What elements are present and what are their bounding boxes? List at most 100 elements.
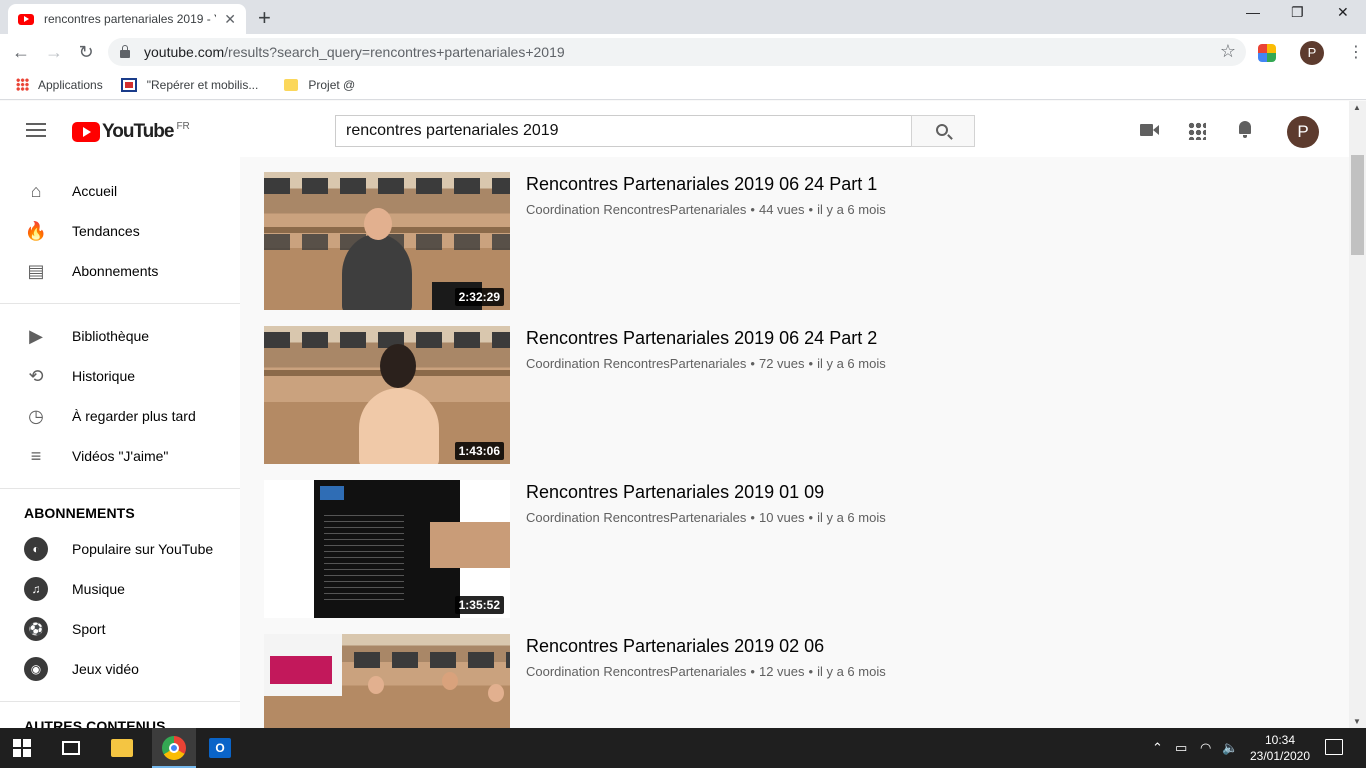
bookmark-label: Projet @ <box>308 77 356 92</box>
youtube-wordmark: YouTube <box>102 121 174 142</box>
video-thumbnail[interactable]: 1:35:52 <box>264 480 510 618</box>
forward-button[interactable]: → <box>42 40 66 64</box>
video-meta: Rencontres Partenariales 2019 01 09 Coor… <box>510 480 886 634</box>
sidebar-item-label: Populaire sur YouTube <box>72 541 214 557</box>
video-info: Coordination RencontresPartenariales • 12 … <box>526 664 886 679</box>
sidebar-item-bibliotheque[interactable]: ▶ Bibliothèque <box>0 316 240 356</box>
thumbnail-slide-text <box>324 510 404 600</box>
sidebar-item-label: Vidéos "J'aime" <box>72 448 169 464</box>
more-content-heading: AUTRES CONTENUS <box>24 718 166 728</box>
upload-age: il y a 6 mois <box>817 664 886 679</box>
task-view-icon[interactable] <box>62 741 80 755</box>
thumbnail-slide-image <box>270 656 332 684</box>
browser-menu-icon[interactable]: ⋮ <box>1348 42 1364 62</box>
video-result[interactable]: 1:43:06 Rencontres Partenariales 2019 06… <box>264 326 1334 480</box>
wifi-icon[interactable]: ◠ <box>1200 740 1211 756</box>
bookmark-projet[interactable]: Projet @ <box>276 78 355 92</box>
video-result[interactable]: 2:32:29 Rencontres Partenariales 2019 06… <box>264 172 1334 326</box>
sidebar-item-jeux-video[interactable]: ◉ Jeux vidéo <box>0 649 240 689</box>
channel-name[interactable]: Coordination RencontresPartenariales <box>526 356 746 371</box>
sidebar-item-accueil[interactable]: ⌂ Accueil <box>0 171 240 211</box>
channel-name[interactable]: Coordination RencontresPartenariales <box>526 510 746 525</box>
video-title[interactable]: Rencontres Partenariales 2019 06 24 Part… <box>526 328 886 349</box>
bookmark-applications[interactable]: Applications <box>16 78 103 92</box>
thumbnail-speaker <box>359 388 439 464</box>
youtube-apps-icon[interactable] <box>1188 122 1206 140</box>
search-icon <box>936 124 948 136</box>
page-scrollbar[interactable]: ▲ ▼ <box>1349 101 1366 728</box>
subscriptions-heading: ABONNEMENTS <box>24 505 135 521</box>
browser-tab[interactable]: rencontres partenariales 2019 - Y ✕ <box>8 4 246 34</box>
video-title[interactable]: Rencontres Partenariales 2019 06 24 Part… <box>526 174 886 195</box>
thumbnail-panelist <box>368 676 384 694</box>
bookmarks-bar: Applications "Repérer et mobilis... Proj… <box>0 70 1366 100</box>
lock-icon <box>120 45 130 58</box>
clock-date: 23/01/2020 <box>1249 749 1311 763</box>
sidebar-item-abonnements[interactable]: ▤ Abonnements <box>0 251 240 291</box>
video-result[interactable]: 1:35:52 Rencontres Partenariales 2019 01… <box>264 480 1334 634</box>
sidebar-item-sport[interactable]: ⚽ Sport <box>0 609 240 649</box>
home-icon: ⌂ <box>30 180 42 201</box>
sidebar-item-populaire[interactable]: ◐ Populaire sur YouTube <box>0 529 240 569</box>
upload-age: il y a 6 mois <box>817 202 886 217</box>
scroll-up-arrow-icon[interactable]: ▲ <box>1353 103 1361 112</box>
outlook-icon[interactable]: O <box>209 738 231 758</box>
chrome-taskbar-button[interactable] <box>152 728 196 768</box>
address-bar[interactable]: youtube.com/results?search_query=rencont… <box>108 38 1246 66</box>
profile-button[interactable]: P <box>1300 41 1324 65</box>
avatar[interactable]: P <box>1287 116 1319 148</box>
channel-name[interactable]: Coordination RencontresPartenariales <box>526 202 746 217</box>
create-video-icon[interactable] <box>1138 119 1160 141</box>
tray-chevron-icon[interactable]: ⌃ <box>1152 740 1163 756</box>
thumbnail-slide-logo <box>320 486 344 500</box>
search-button[interactable] <box>911 115 975 147</box>
sidebar-item-label: Historique <box>72 368 136 384</box>
sidebar-item-label: Sport <box>72 621 106 637</box>
taskbar-clock[interactable]: 10:34 23/01/2020 <box>1248 732 1312 764</box>
window-close-button[interactable]: ✕ <box>1337 4 1349 21</box>
tab-close-icon[interactable]: ✕ <box>224 11 236 28</box>
windows-start-icon[interactable] <box>13 739 31 757</box>
youtube-logo[interactable]: YouTube FR <box>72 121 190 143</box>
subscriptions-icon: ▤ <box>27 260 45 281</box>
video-thumbnail[interactable]: 2:32:29 <box>264 172 510 310</box>
clock-icon: ◷ <box>28 405 44 426</box>
file-explorer-icon[interactable] <box>111 739 133 757</box>
sidebar-item-tendances[interactable]: 🔥 Tendances <box>0 211 240 251</box>
search-input[interactable]: rencontres partenariales 2019 <box>335 115 911 147</box>
playlist-icon: ≡ <box>30 445 42 466</box>
video-thumbnail[interactable]: 1:43:06 <box>264 326 510 464</box>
video-title[interactable]: Rencontres Partenariales 2019 01 09 <box>526 482 886 503</box>
restore-button[interactable]: ❐ <box>1291 4 1304 21</box>
sidebar-item-watch-later[interactable]: ◷ À regarder plus tard <box>0 396 240 436</box>
minimize-button[interactable]: — <box>1246 4 1260 20</box>
sport-channel-icon: ⚽ <box>24 617 48 641</box>
scrollbar-thumb[interactable] <box>1351 155 1364 255</box>
scroll-down-arrow-icon[interactable]: ▼ <box>1353 717 1361 726</box>
view-count: 10 vues <box>758 510 805 525</box>
video-title[interactable]: Rencontres Partenariales 2019 02 06 <box>526 636 886 657</box>
hamburger-menu-icon[interactable] <box>26 123 46 137</box>
sidebar-item-label: Accueil <box>72 183 118 199</box>
sidebar-item-label: Tendances <box>72 223 140 239</box>
sidebar-item-musique[interactable]: ♫ Musique <box>0 569 240 609</box>
battery-icon[interactable]: ▭ <box>1175 740 1187 756</box>
video-meta: Rencontres Partenariales 2019 06 24 Part… <box>510 326 886 480</box>
extension-icon[interactable] <box>1258 44 1276 62</box>
new-tab-button[interactable]: + <box>258 5 271 31</box>
volume-icon[interactable]: 🔈 <box>1222 740 1238 756</box>
video-thumbnail[interactable] <box>264 634 510 728</box>
notifications-bell-icon[interactable] <box>1236 119 1258 141</box>
bookmark-reperer[interactable]: "Repérer et mobilis... <box>120 77 258 92</box>
thumbnail-scene <box>264 178 510 194</box>
sidebar-item-label: À regarder plus tard <box>72 408 196 424</box>
bookmark-star-icon[interactable]: ☆ <box>1220 41 1236 62</box>
channel-name[interactable]: Coordination RencontresPartenariales <box>526 664 746 679</box>
gaming-channel-icon: ◉ <box>24 657 48 681</box>
sidebar-item-historique[interactable]: ⟲ Historique <box>0 356 240 396</box>
sidebar-item-liked-videos[interactable]: ≡ Vidéos "J'aime" <box>0 436 240 476</box>
reload-button[interactable]: ↻ <box>74 40 98 64</box>
separator: • <box>808 356 814 371</box>
back-button[interactable]: ← <box>9 40 33 64</box>
notifications-center-icon[interactable] <box>1325 739 1343 755</box>
